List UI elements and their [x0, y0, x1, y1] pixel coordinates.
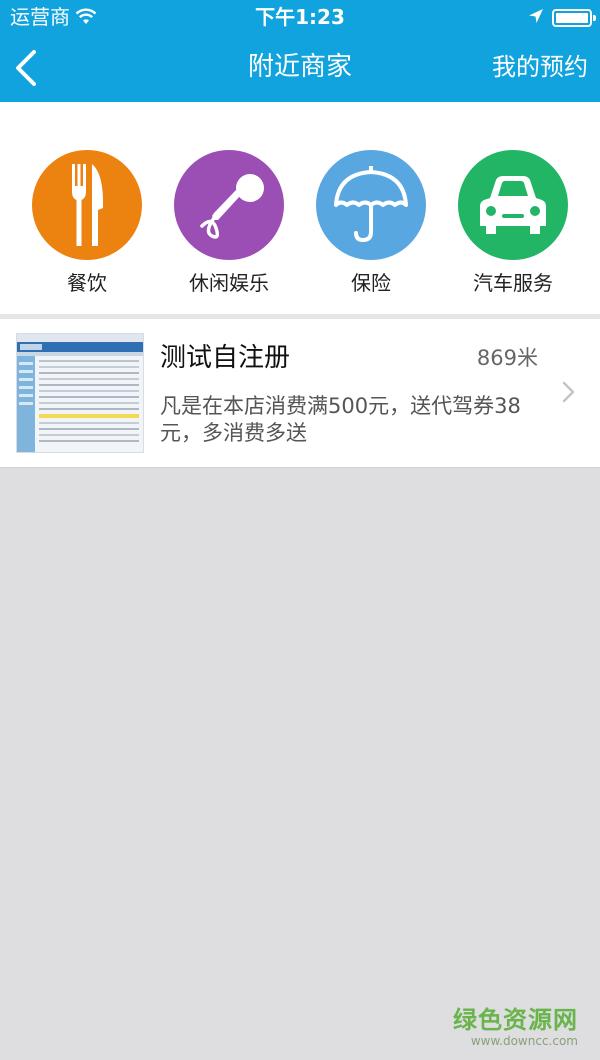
merchant-description: 凡是在本店消费满500元，送代驾券38元，多消费多送: [160, 394, 521, 445]
chevron-right-icon: [562, 381, 576, 407]
category-dining[interactable]: 餐饮: [27, 150, 147, 300]
microphone-icon: [174, 150, 284, 260]
status-bar: 运营商 下午1:23: [0, 0, 600, 34]
category-insurance[interactable]: 保险: [311, 150, 431, 300]
category-car-service[interactable]: 汽车服务: [453, 150, 573, 300]
category-entertainment[interactable]: 休闲娱乐: [169, 150, 289, 300]
merchant-thumbnail: [16, 333, 144, 453]
merchant-distance: 869米: [476, 346, 538, 370]
category-label: 休闲娱乐: [189, 271, 269, 295]
status-time: 下午1:23: [255, 5, 345, 29]
app-header: 运营商 下午1:23 附近商家 我的预约: [0, 0, 600, 102]
category-grid: 餐饮 休闲娱乐 保险 汽车服务: [0, 102, 600, 314]
battery-icon: [552, 9, 596, 27]
fork-knife-icon: [32, 150, 142, 260]
location-arrow-icon: [528, 8, 544, 28]
watermark: 绿色资源网 www.downcc.com: [453, 1006, 578, 1048]
category-label: 汽车服务: [473, 271, 553, 295]
car-icon: [458, 150, 568, 260]
merchant-name: 测试自注册: [160, 343, 291, 373]
category-label: 餐饮: [67, 271, 107, 295]
watermark-url: www.downcc.com: [470, 1034, 578, 1048]
category-label: 保险: [351, 271, 391, 295]
my-reservations-button[interactable]: 我的预约: [492, 50, 588, 84]
umbrella-icon: [316, 150, 426, 260]
merchant-list-item[interactable]: 测试自注册 869米 凡是在本店消费满500元，送代驾券38元，多消费多送: [0, 319, 600, 468]
watermark-title: 绿色资源网: [453, 1006, 578, 1034]
